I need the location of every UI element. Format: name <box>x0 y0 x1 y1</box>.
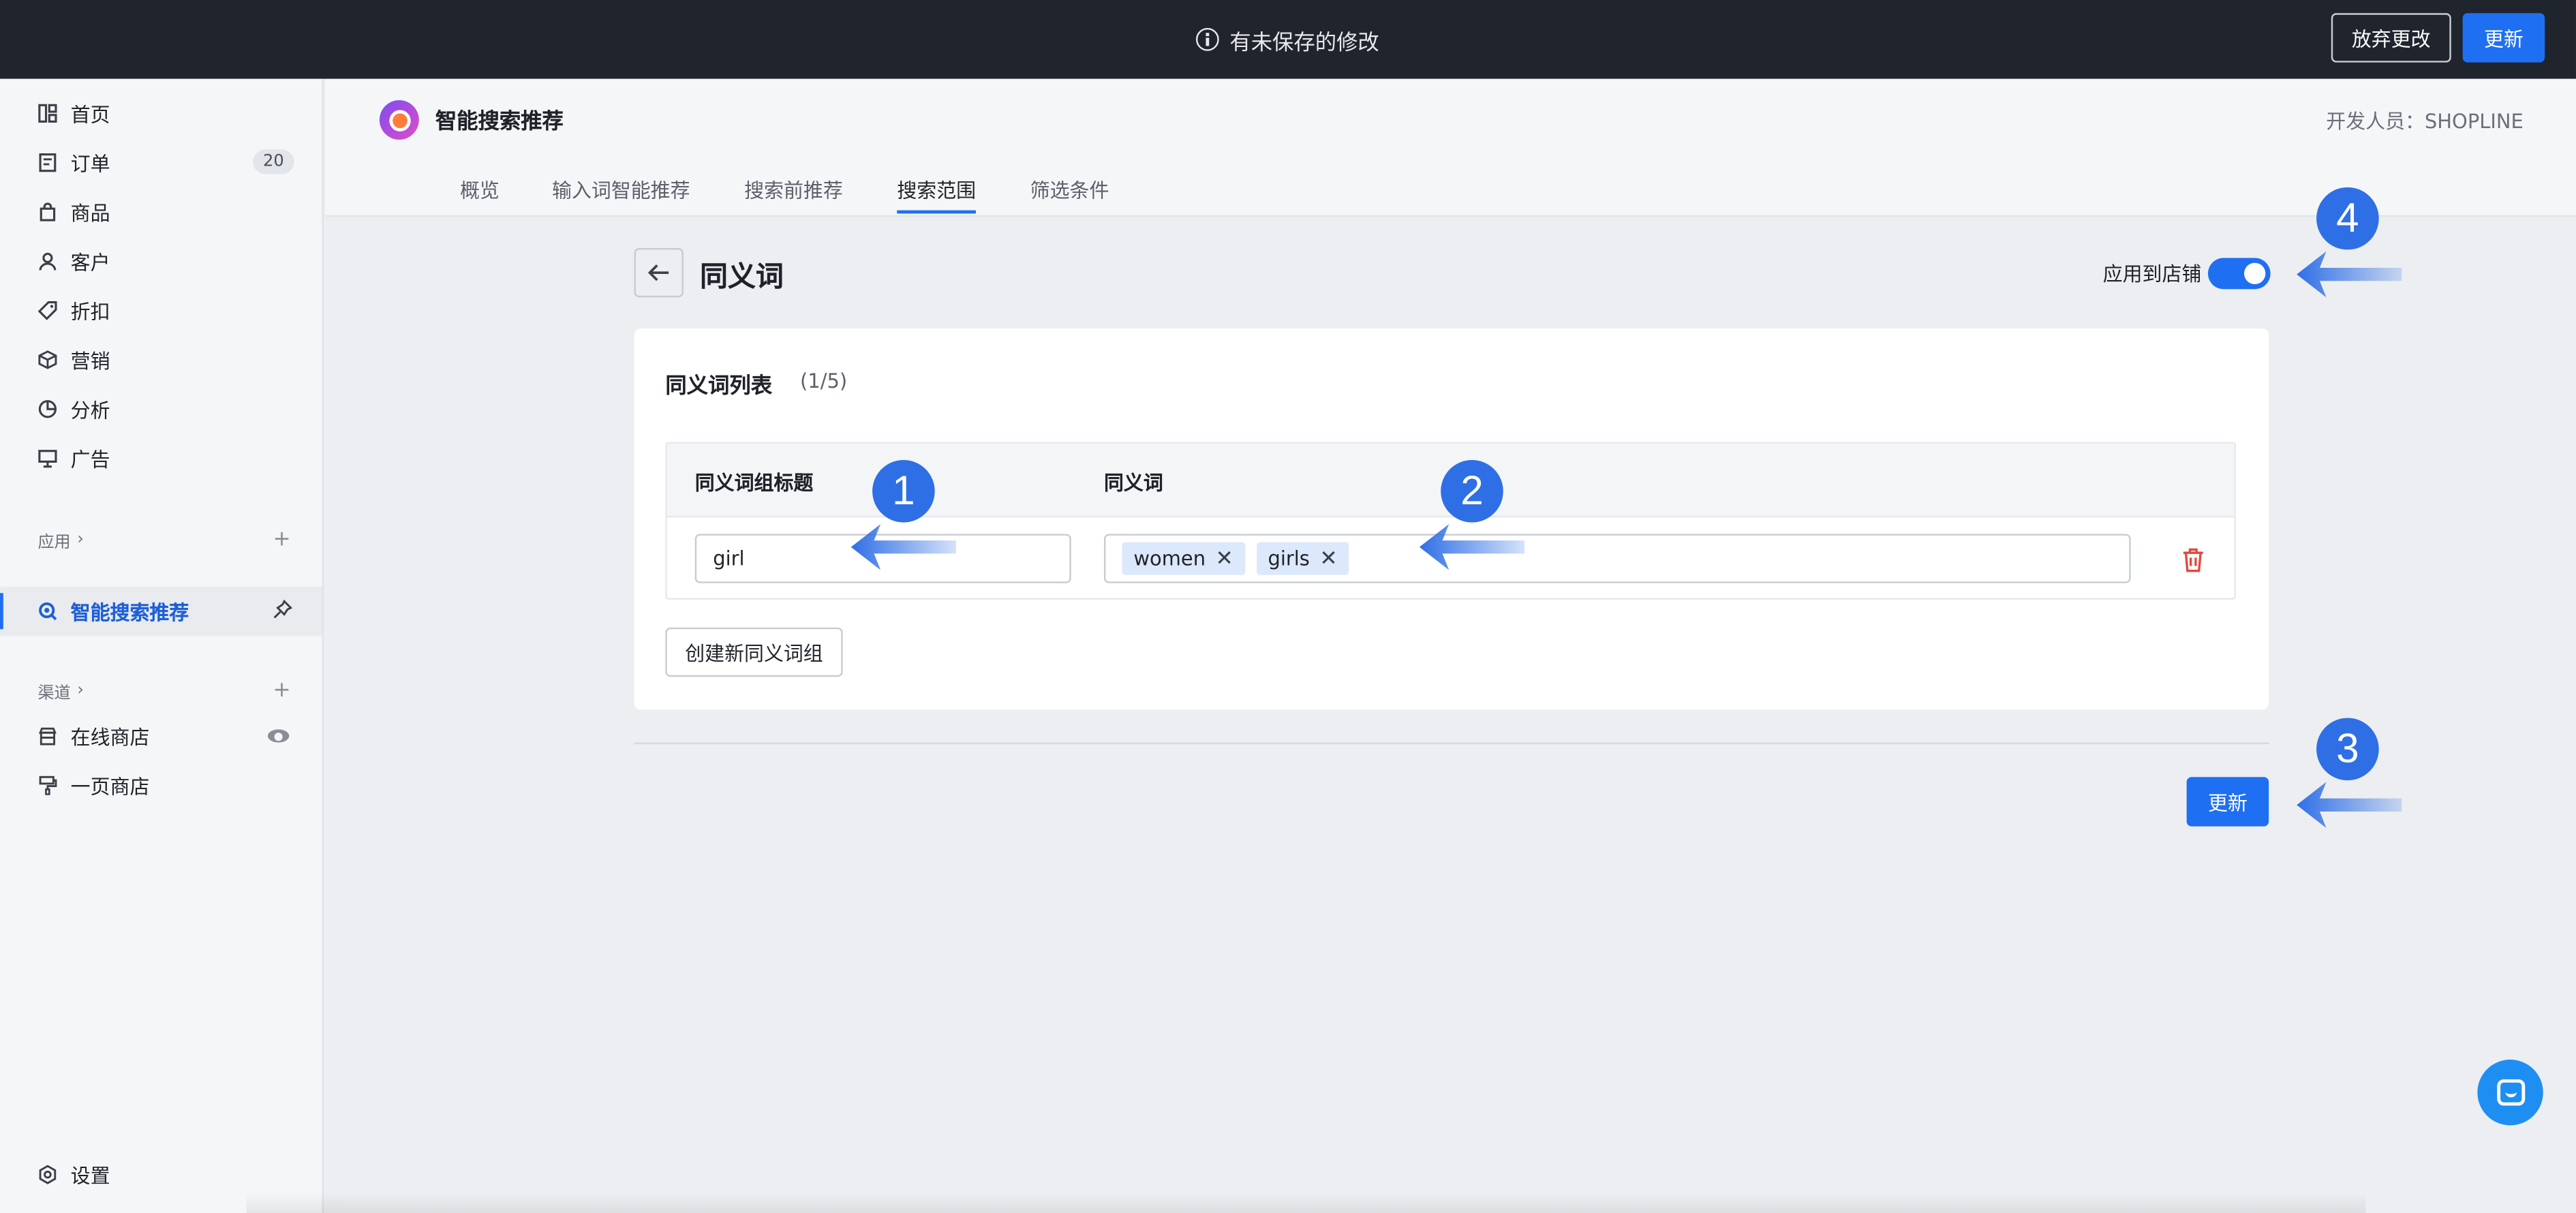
app-header: 智能搜索推荐 开发人员：SHOPLINE 概览 输入词智能推荐 搜索前推荐 搜索… <box>325 78 2576 217</box>
gear-icon <box>37 1165 57 1184</box>
annotation-arrow-4 <box>2297 251 2402 298</box>
sidebar-item-customers[interactable]: 客户 <box>0 236 322 286</box>
user-icon <box>37 251 57 271</box>
sidebar-item-home[interactable]: 首页 <box>0 89 322 138</box>
apply-to-store-toggle[interactable] <box>2207 258 2271 290</box>
sidebar-item-label: 商品 <box>70 201 110 225</box>
page-title: 同义词 <box>699 261 784 294</box>
tag-label: women <box>1133 547 1206 570</box>
sidebar-item-label: 营销 <box>70 349 110 373</box>
chat-icon <box>2496 1079 2525 1106</box>
column-header-synonyms: 同义词 <box>1103 471 1163 495</box>
tag-label: girls <box>1268 547 1310 570</box>
apps-section-header[interactable]: 应用 › + <box>37 525 301 552</box>
chevron-right-icon: › <box>77 681 84 699</box>
tab-search-scope[interactable]: 搜索范围 <box>897 161 977 217</box>
sidebar-item-label: 首页 <box>70 102 110 126</box>
info-icon <box>1197 27 1220 51</box>
tab-overview[interactable]: 概览 <box>460 161 500 217</box>
annotation-marker-4: 4 <box>2316 187 2379 250</box>
add-app-plus-icon[interactable]: + <box>273 527 290 551</box>
annotation-marker-2: 2 <box>1441 459 1503 523</box>
bottom-shadow <box>246 1193 2366 1213</box>
sidebar-item-label: 折扣 <box>70 299 110 323</box>
store-icon <box>37 726 57 746</box>
create-synonym-group-button[interactable]: 创建新同义词组 <box>665 627 843 677</box>
roller-icon <box>37 776 57 795</box>
card-title: 同义词列表 <box>665 374 773 399</box>
sidebar-item-label: 设置 <box>70 1163 110 1187</box>
sidebar-item-one-page-store[interactable]: 一页商店 <box>0 761 322 810</box>
developer-label: 开发人员：SHOPLINE <box>2326 110 2524 134</box>
bag-icon <box>37 202 57 222</box>
billboard-icon <box>37 448 57 468</box>
orders-count-badge: 20 <box>253 149 294 174</box>
active-indicator <box>0 593 3 630</box>
apps-section-label: 应用 <box>37 533 71 551</box>
tab-input-recommendation[interactable]: 输入词智能推荐 <box>552 161 690 217</box>
smart-search-logo-icon <box>379 100 419 140</box>
sidebar-item-analytics[interactable]: 分析 <box>0 384 322 433</box>
remove-tag-icon[interactable]: ✕ <box>1319 547 1337 571</box>
channels-section-header[interactable]: 渠道 › + <box>37 677 301 703</box>
channels-section-label: 渠道 <box>37 684 71 703</box>
arrow-left-icon <box>647 264 669 281</box>
annotation-arrow-3 <box>2297 782 2402 828</box>
order-icon <box>37 153 57 172</box>
sidebar-item-label: 客户 <box>70 250 110 274</box>
app-tabs: 概览 输入词智能推荐 搜索前推荐 搜索范围 筛选条件 <box>460 161 1109 217</box>
top-update-button[interactable]: 更新 <box>2462 13 2545 63</box>
discard-changes-button[interactable]: 放弃更改 <box>2331 13 2451 63</box>
dashboard-icon <box>37 104 57 123</box>
add-channel-plus-icon[interactable]: + <box>273 677 290 702</box>
synonym-group-count: (1/5) <box>800 369 848 393</box>
back-button[interactable] <box>634 248 684 298</box>
pie-chart-icon <box>37 399 57 419</box>
sidebar: 首页 订单 20 商品 客户 折扣 营销 分析 广告 应用 › + 智能搜索推荐… <box>0 78 324 1213</box>
tab-pre-search-recommendation[interactable]: 搜索前推荐 <box>744 161 843 217</box>
divider <box>634 742 2269 745</box>
cube-icon <box>37 350 57 369</box>
sidebar-item-products[interactable]: 商品 <box>0 187 322 236</box>
sidebar-item-label: 在线商店 <box>70 725 150 749</box>
synonym-list-card: 同义词列表 (1/5) 同义词组标题 同义词 girl women ✕ girl… <box>634 328 2269 710</box>
annotation-arrow-2 <box>1419 524 1525 570</box>
sidebar-item-ads[interactable]: 广告 <box>0 433 322 482</box>
annotation-arrow-1 <box>850 524 957 570</box>
sidebar-item-online-store[interactable]: 在线商店 <box>0 711 322 761</box>
synonym-tag: girls ✕ <box>1256 542 1349 575</box>
chevron-right-icon: › <box>77 529 84 548</box>
sidebar-item-settings[interactable]: 设置 <box>0 1150 322 1199</box>
sidebar-item-label: 广告 <box>70 447 110 471</box>
eye-icon[interactable] <box>267 729 290 743</box>
tag-icon <box>37 301 57 320</box>
column-header-title: 同义词组标题 <box>694 471 814 495</box>
chat-support-button[interactable] <box>2477 1059 2543 1126</box>
sidebar-item-orders[interactable]: 订单 20 <box>0 138 322 187</box>
sidebar-item-discounts[interactable]: 折扣 <box>0 286 322 335</box>
sidebar-item-label: 订单 <box>70 151 110 175</box>
pin-icon[interactable] <box>273 598 293 624</box>
unsaved-notice: 有未保存的修改 <box>0 0 2576 79</box>
remove-tag-icon[interactable]: ✕ <box>1216 547 1233 571</box>
sidebar-item-label: 分析 <box>70 398 110 422</box>
annotation-marker-3: 3 <box>2316 718 2379 781</box>
sidebar-item-smart-search[interactable]: 智能搜索推荐 <box>0 586 322 636</box>
unsaved-changes-bar: 有未保存的修改 放弃更改 更新 <box>0 0 2576 79</box>
sidebar-item-marketing[interactable]: 营销 <box>0 335 322 384</box>
sidebar-item-label: 一页商店 <box>70 774 150 798</box>
search-app-icon <box>37 601 57 621</box>
apply-to-store-label: 应用到店铺 <box>2102 262 2202 286</box>
synonyms-tag-input[interactable]: women ✕ girls ✕ <box>1103 534 2131 583</box>
unsaved-notice-text: 有未保存的修改 <box>1229 30 1379 55</box>
annotation-marker-1: 1 <box>872 459 935 523</box>
delete-trash-icon[interactable] <box>2181 547 2205 574</box>
sidebar-item-label: 智能搜索推荐 <box>70 600 189 624</box>
update-button[interactable]: 更新 <box>2186 777 2269 827</box>
app-title: 智能搜索推荐 <box>435 110 564 135</box>
tab-filter-conditions[interactable]: 筛选条件 <box>1030 161 1109 217</box>
synonym-tag: women ✕ <box>1122 542 1245 575</box>
